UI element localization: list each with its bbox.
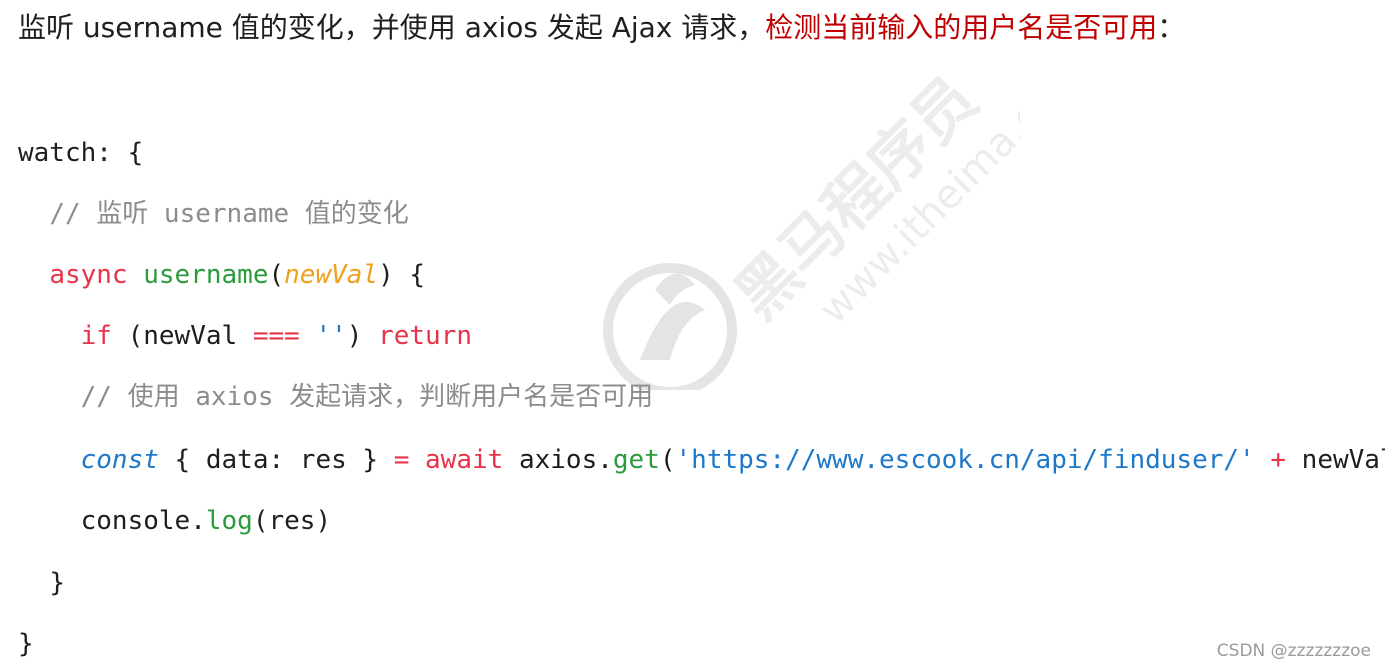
fn-get: get bbox=[612, 445, 660, 475]
brace-close-fn: } bbox=[49, 568, 65, 598]
log-args: (res) bbox=[252, 506, 332, 536]
comment-watch: // 监听 username 值的变化 bbox=[49, 199, 409, 229]
code-line-9: } bbox=[18, 626, 34, 662]
fn-log: log bbox=[205, 506, 253, 536]
code-line-5: // 使用 axios 发起请求，判断用户名是否可用 bbox=[18, 379, 654, 415]
string-empty: '' bbox=[315, 321, 347, 351]
console-object: console. bbox=[80, 506, 206, 536]
param-newval: newVal bbox=[284, 260, 379, 290]
code-line-8: } bbox=[18, 565, 65, 601]
get-paren-open: ( bbox=[659, 445, 676, 475]
intro-text: 监听 username 值的变化，并使用 axios 发起 Ajax 请求，检测… bbox=[18, 8, 1185, 48]
operator-plus: + bbox=[1270, 445, 1287, 475]
keyword-async: async bbox=[49, 260, 128, 290]
string-url: 'https://www.escook.cn/api/finduser/' bbox=[675, 445, 1255, 475]
brace-close-watch: } bbox=[18, 629, 34, 659]
paren-open: ( bbox=[268, 260, 285, 290]
axios-object: axios. bbox=[503, 445, 613, 475]
comment-request: // 使用 axios 发起请求，判断用户名是否可用 bbox=[80, 382, 654, 412]
svg-text:黑马程序员: 黑马程序员 bbox=[721, 62, 992, 333]
csdn-credit: CSDN @zzzzzzzoe bbox=[1216, 641, 1371, 661]
code-line-3: async username(newVal) { bbox=[18, 257, 425, 293]
code-line-4: if (newVal === '') return bbox=[18, 318, 472, 354]
code-line-7: console.log(res) bbox=[18, 503, 331, 539]
svg-text:www.itheima.com: www.itheima.com bbox=[810, 60, 1020, 333]
destructure-data: { data: res } bbox=[158, 445, 394, 475]
get-arg-newval: newVal) bbox=[1301, 445, 1385, 475]
code-line-6: const { data: res } = await axios.get('h… bbox=[18, 442, 1385, 478]
keyword-return: return bbox=[378, 321, 472, 351]
watermark-logo: 黑马程序员 www.itheima.com bbox=[603, 60, 1020, 390]
keyword-await: await bbox=[425, 445, 504, 475]
code-watch-open: watch: { bbox=[18, 138, 144, 168]
paren-close-brace: ) { bbox=[378, 260, 426, 290]
fn-username: username bbox=[143, 260, 269, 290]
operator-assign: = bbox=[393, 445, 410, 475]
intro-normal: 监听 username 值的变化，并使用 axios 发起 Ajax 请求， bbox=[18, 11, 766, 44]
intro-colon: ： bbox=[1157, 11, 1186, 44]
code-block: watch: { // 监听 username 值的变化 async usern… bbox=[18, 0, 1385, 659]
keyword-const: const bbox=[80, 445, 159, 475]
if-paren-close: ) bbox=[346, 321, 379, 351]
operator-strict-equal: === bbox=[252, 321, 300, 351]
code-line-2: // 监听 username 值的变化 bbox=[18, 196, 409, 232]
keyword-if: if bbox=[80, 321, 112, 351]
if-condition: (newVal bbox=[111, 321, 253, 351]
intro-highlight: 检测当前输入的用户名是否可用 bbox=[765, 11, 1158, 44]
code-line-1: watch: { bbox=[18, 135, 143, 171]
